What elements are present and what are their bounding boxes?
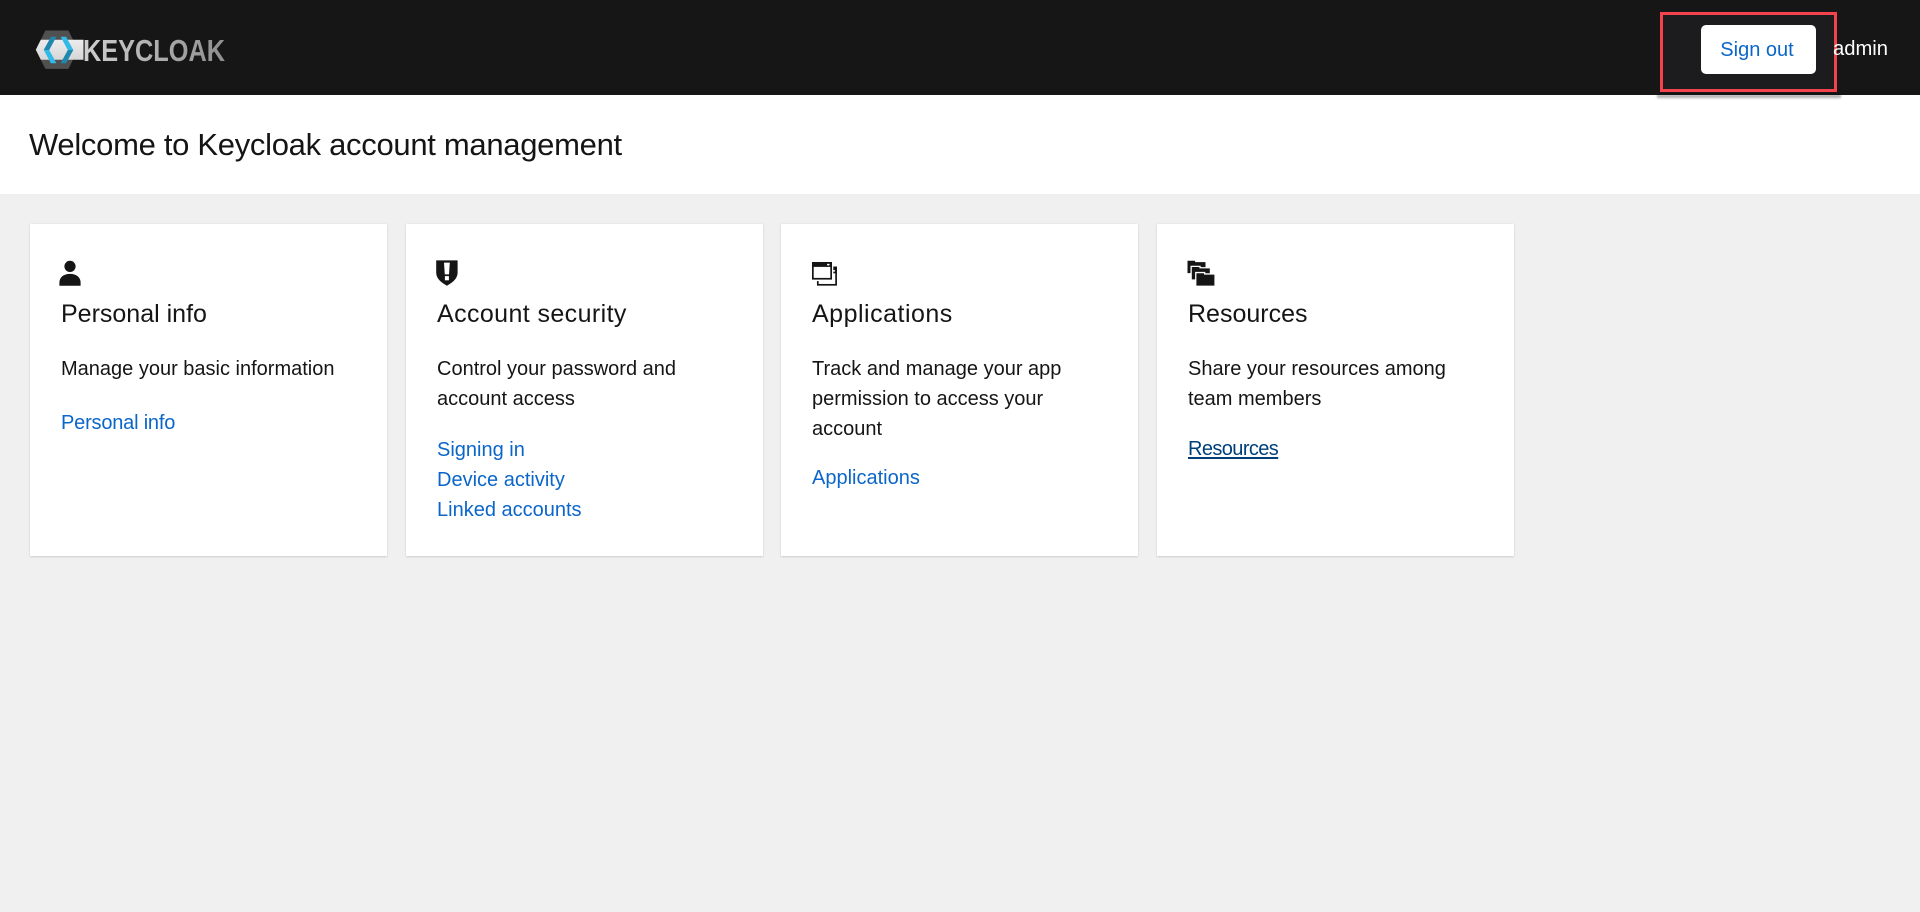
svg-text:KEYCLOAK: KEYCLOAK — [83, 34, 225, 68]
